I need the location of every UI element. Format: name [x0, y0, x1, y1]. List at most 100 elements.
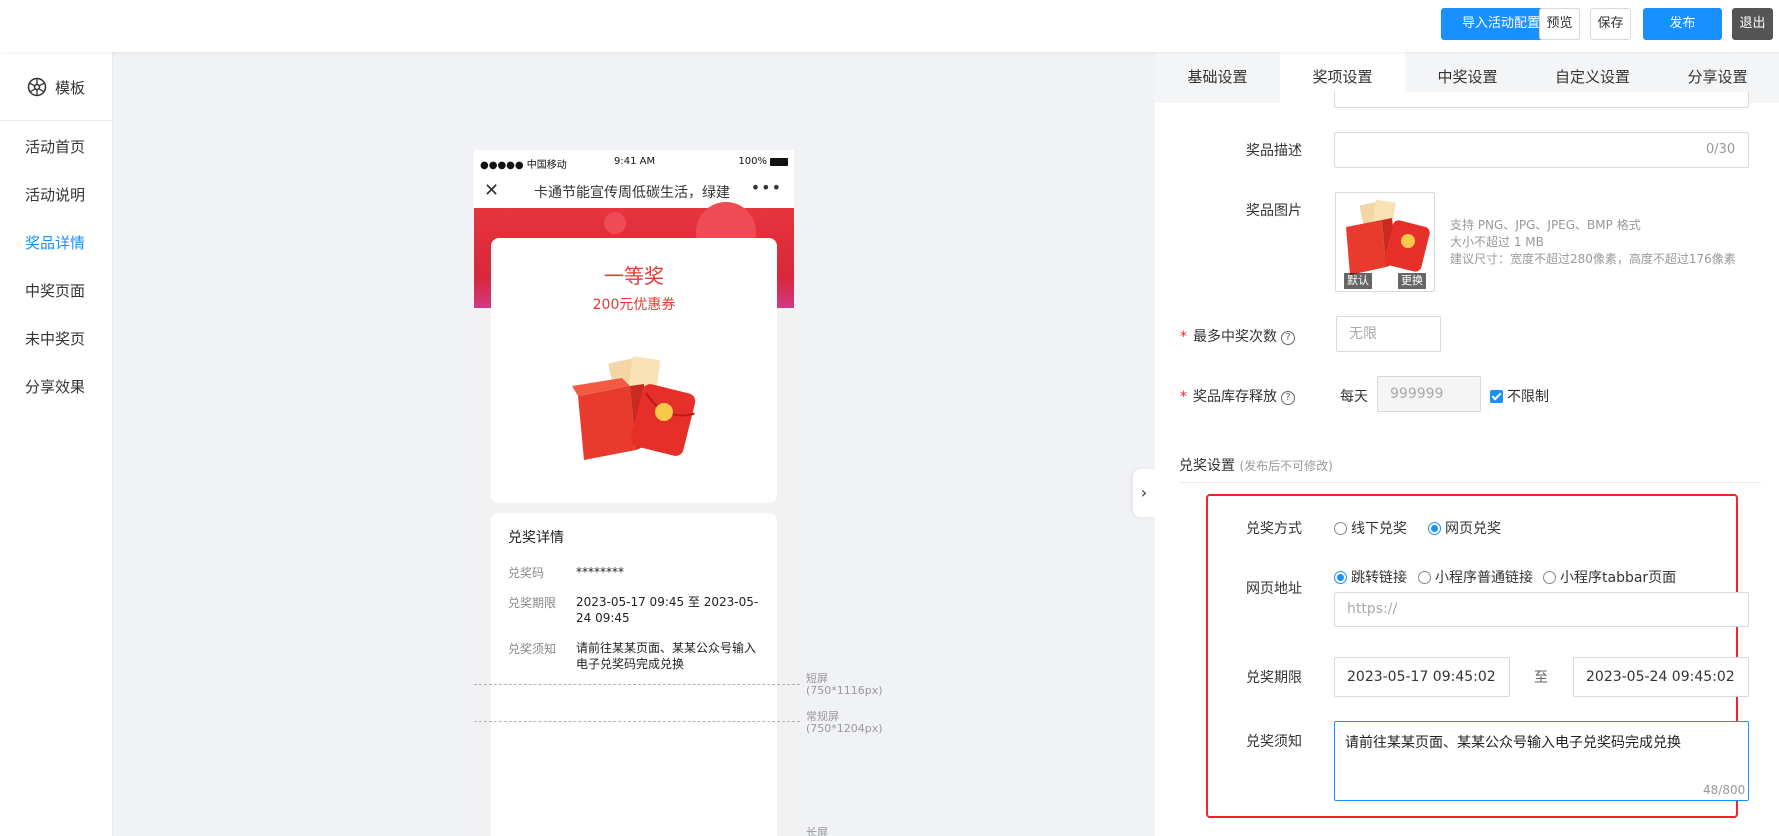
tab-basic[interactable]: 基础设置 — [1155, 52, 1280, 103]
redeem-notice-label: 兑奖须知 — [1246, 734, 1302, 750]
normal-screen-label: 常规屏 (750*1204px) — [806, 711, 883, 735]
image-hint-dimension: 建议尺寸：宽度不超过280像素，高度不超过176像素 — [1450, 252, 1736, 266]
template-brand[interactable]: 模板 — [0, 68, 112, 106]
end-date-input[interactable]: 2023-05-24 09:45:02 — [1573, 657, 1749, 697]
template-icon — [27, 77, 47, 97]
publish-button[interactable]: 发布 — [1643, 8, 1722, 40]
prize-desc-label: 奖品描述 — [1246, 143, 1302, 159]
stock-release-text: 奖品库存释放 — [1193, 389, 1277, 405]
radio-icon — [1543, 571, 1556, 584]
short-screen-line — [474, 684, 800, 685]
radio-miniprogram-tabbar-label: 小程序tabbar页面 — [1560, 570, 1677, 586]
radio-selected-icon — [1334, 571, 1347, 584]
max-win-input[interactable]: 无限 — [1336, 316, 1441, 352]
help-icon[interactable]: ? — [1281, 331, 1295, 345]
sidebar-item-lose-page[interactable]: 未中奖页 — [25, 327, 85, 351]
redeem-section-note: (发布后不可修改) — [1239, 459, 1333, 473]
normal-screen-line — [474, 721, 800, 722]
close-icon[interactable]: ✕ — [484, 180, 499, 201]
unlimited-checkbox[interactable]: 不限制 — [1490, 386, 1549, 406]
divider — [0, 120, 112, 121]
notice-label: 兑奖须知 — [508, 642, 557, 656]
status-time: 9:41 AM — [614, 156, 656, 167]
section-divider — [1179, 482, 1761, 483]
sidebar-item-share-effect[interactable]: 分享效果 — [25, 375, 85, 399]
required-mark: * — [1180, 329, 1187, 345]
radio-web[interactable]: 网页兑奖 — [1428, 518, 1501, 538]
radio-miniprogram-link-label: 小程序普通链接 — [1435, 570, 1533, 586]
detail-title: 兑奖详情 — [508, 530, 564, 546]
stock-daily-input[interactable]: 999999 — [1377, 376, 1481, 412]
code-label: 兑奖码 — [508, 566, 545, 580]
image-hint-size: 大小不超过 1 MB — [1450, 235, 1544, 249]
phone-page-title: 卡通节能宣传周低碳生活，绿建 — [534, 185, 730, 201]
radio-selected-icon — [1428, 522, 1441, 535]
checkbox-checked-icon — [1490, 390, 1503, 403]
web-url-input[interactable]: https:// — [1334, 592, 1749, 627]
sidebar-item-home[interactable]: 活动首页 — [25, 135, 85, 159]
max-win-label: * 最多中奖次数? — [1180, 326, 1310, 346]
notice-value: 请前往某某页面、某某公众号输入电子兑奖码完成兑换 — [576, 641, 757, 671]
battery-indicator: 100% — [738, 156, 788, 167]
replace-image-button[interactable]: 更换 — [1398, 273, 1426, 289]
radio-jump-link-label: 跳转链接 — [1351, 570, 1407, 586]
prize-card: 一等奖 200元优惠券 — [491, 238, 777, 503]
start-date-input[interactable]: 2023-05-17 09:45:02 — [1334, 657, 1510, 697]
unlimited-label: 不限制 — [1507, 389, 1549, 405]
battery-icon — [770, 157, 788, 166]
prize-name: 一等奖 — [604, 264, 664, 288]
carrier-text: ●●●●● 中国移动 — [480, 160, 567, 171]
stock-daily-label: 每天 — [1340, 389, 1368, 405]
help-icon[interactable]: ? — [1281, 391, 1295, 405]
top-bar: 导入活动配置 预览 保存 发布 退出 — [0, 0, 1779, 52]
radio-icon — [1418, 571, 1431, 584]
red-packet-image — [572, 356, 696, 460]
radio-icon — [1334, 522, 1347, 535]
redeem-section-text: 兑奖设置 — [1179, 458, 1235, 474]
notice-counter: 48/800 — [1703, 783, 1746, 797]
brand-label: 模板 — [54, 78, 85, 97]
redeem-notice-textarea[interactable]: 请前往某某页面、某某公众号输入电子兑奖码完成兑换 — [1334, 721, 1749, 801]
prize-name-input[interactable] — [1334, 92, 1749, 108]
image-hint-format: 支持 PNG、JPG、JPEG、BMP 格式 — [1450, 218, 1641, 232]
redeem-period-label: 兑奖期限 — [1246, 670, 1302, 686]
short-screen-label: 短屏 (750*1116px) — [806, 673, 883, 697]
code-value: ******** — [576, 565, 624, 579]
desc-counter: 0/30 — [1706, 142, 1736, 157]
prize-desc-input[interactable] — [1334, 132, 1749, 168]
exit-button[interactable]: 退出 — [1732, 8, 1773, 40]
default-image-button[interactable]: 默认 — [1344, 273, 1372, 289]
chevron-right-icon: › — [1140, 483, 1148, 502]
long-screen-label: 长屏 — [806, 826, 828, 836]
more-icon[interactable]: ••• — [751, 178, 782, 197]
prize-image-upload[interactable]: 默认 更换 — [1335, 192, 1435, 292]
save-button[interactable]: 保存 — [1590, 8, 1631, 40]
max-win-text: 最多中奖次数 — [1193, 329, 1277, 345]
phone-nav-bar: ✕ 卡通节能宣传周低碳生活，绿建 ••• — [474, 174, 794, 208]
radio-offline[interactable]: 线下兑奖 — [1334, 518, 1407, 538]
prize-subtitle: 200元优惠券 — [592, 297, 676, 313]
battery-percent: 100% — [738, 156, 767, 167]
period-value: 2023-05-17 09:45 至 2023-05-24 09:45 — [576, 595, 759, 625]
redeem-section-title: 兑奖设置 (发布后不可修改) — [1179, 455, 1333, 475]
radio-jump-link[interactable]: 跳转链接 — [1334, 567, 1407, 587]
required-mark: * — [1180, 389, 1187, 405]
phone-status-bar: ●●●●● 中国移动 9:41 AM 100% — [474, 150, 794, 174]
image-hints: 支持 PNG、JPG、JPEG、BMP 格式 大小不超过 1 MB 建议尺寸：宽… — [1450, 217, 1736, 268]
sidebar-item-prize-detail[interactable]: 奖品详情 — [25, 231, 85, 255]
radio-web-label: 网页兑奖 — [1445, 521, 1501, 537]
panel-toggle-button[interactable]: › — [1133, 469, 1155, 517]
redeem-method-label: 兑奖方式 — [1246, 521, 1302, 537]
sidebar-item-win-page[interactable]: 中奖页面 — [25, 279, 85, 303]
period-label: 兑奖期限 — [508, 596, 557, 610]
radio-offline-label: 线下兑奖 — [1351, 521, 1407, 537]
web-url-label: 网页地址 — [1246, 581, 1302, 597]
sidebar-item-description[interactable]: 活动说明 — [25, 183, 85, 207]
radio-miniprogram-link[interactable]: 小程序普通链接 — [1418, 567, 1533, 587]
sidebar: 模板 活动首页 活动说明 奖品详情 中奖页面 未中奖页 分享效果 — [0, 52, 113, 836]
date-range-separator: 至 — [1534, 670, 1548, 686]
decor-circle — [604, 212, 626, 234]
redeem-detail-card: 兑奖详情 兑奖码 ******** 兑奖期限 2023-05-17 09:45 … — [491, 513, 777, 836]
radio-miniprogram-tabbar[interactable]: 小程序tabbar页面 — [1543, 567, 1676, 587]
preview-button[interactable]: 预览 — [1539, 8, 1580, 40]
